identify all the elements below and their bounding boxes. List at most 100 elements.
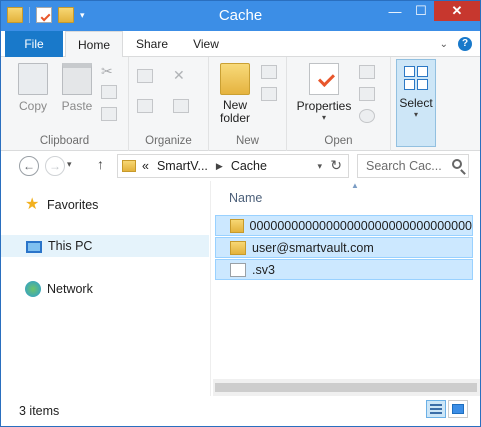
easy-access-icon[interactable] [261,87,277,101]
sort-ascending-icon: ▲ [351,181,359,190]
nav-item-label: This PC [48,239,93,253]
move-to-icon[interactable] [137,69,153,83]
file-row[interactable]: .sv3 [215,259,473,280]
select-button[interactable]: Select ▾ [396,59,436,147]
close-button[interactable]: ✕ [434,1,480,21]
breadcrumb-cache[interactable]: Cache [231,159,267,173]
nav-item-favorites[interactable]: ★ Favorites [25,197,98,213]
up-button[interactable]: ↑ [97,156,104,172]
search-input[interactable] [358,155,448,177]
address-bar[interactable]: « SmartV... ▶ Cache ▾ ↻ [117,154,349,178]
nav-item-this-pc[interactable]: This PC [1,235,209,257]
file-name: 00000000000000000000000000000000 [249,218,472,233]
paste-label: Paste [61,99,93,113]
paste-icon [62,63,92,95]
back-button[interactable]: ← [19,156,39,176]
group-label: Clipboard [39,135,90,147]
forward-button[interactable]: → [45,156,65,176]
properties-icon [309,63,339,95]
clipboard-group: Copy Paste ✂ Clipboard [1,57,129,151]
folder-icon [230,218,244,233]
rename-icon[interactable] [173,99,189,113]
nav-item-label: Network [47,282,93,296]
file-row[interactable]: user@smartvault.com [215,237,473,258]
file-row[interactable]: 00000000000000000000000000000000 [215,215,473,236]
horizontal-scrollbar[interactable] [213,379,480,396]
minimize-button[interactable]: — [382,1,408,21]
details-view-button[interactable] [426,400,446,418]
nav-item-this-pc-content: This PC [26,239,92,253]
network-icon [25,281,41,297]
details-view-icon [430,404,442,414]
breadcrumb-smartvault[interactable]: SmartV... [157,159,208,173]
tab-view[interactable]: View [183,31,229,57]
search-icon [452,159,462,169]
large-icons-view-icon [452,404,464,414]
help-icon[interactable]: ? [458,37,472,51]
scrollbar-thumb[interactable] [215,383,477,392]
file-name: .sv3 [252,262,275,277]
file-list: ▲ Name 00000000000000000000000000000000 … [213,181,480,396]
organize-group: ✕ Organize [129,57,209,151]
new-group: New folder New [209,57,287,151]
copy-button[interactable]: Copy [13,63,53,113]
cut-icon[interactable]: ✂ [101,63,113,80]
title-bar: ▾ Cache — ☐ ✕ [1,1,480,31]
address-row: ← → ▾ ↑ « SmartV... ▶ Cache ▾ ↻ [1,151,480,181]
view-switcher [426,400,468,418]
file-icon [230,262,246,277]
tab-home[interactable]: Home [65,31,123,58]
breadcrumb-overflow[interactable]: « [142,159,149,173]
computer-icon [26,241,42,253]
content-area: ★ Favorites This PC Network ▲ Name 00000… [1,181,480,396]
folder-icon [230,240,246,255]
properties-button[interactable]: Properties ▾ [295,63,353,122]
explorer-window: ▾ Cache — ☐ ✕ File Home Share View ⌄ ? C… [0,0,481,427]
column-header-name[interactable]: Name [229,191,262,205]
paste-button[interactable]: Paste [57,63,97,113]
new-folder-button[interactable]: New folder [215,63,255,125]
select-label: Select [399,96,433,110]
select-icon [404,66,428,90]
new-item-icon[interactable] [261,65,277,79]
history-icon[interactable] [359,109,375,123]
group-label: Open [324,135,353,147]
chevron-down-icon[interactable]: ⌄ [440,39,448,50]
window-controls: — ☐ ✕ [382,1,480,21]
chevron-down-icon: ▾ [413,110,418,119]
copy-icon [18,63,48,95]
file-name: user@smartvault.com [252,240,374,255]
navigation-pane: ★ Favorites This PC Network [1,181,211,396]
folder-icon [122,160,136,172]
breadcrumb-separator-icon[interactable]: ▶ [216,161,223,172]
copy-path-icon[interactable] [101,85,117,99]
group-label: Organize [145,135,192,147]
delete-icon[interactable]: ✕ [173,67,185,84]
group-label: New [235,135,259,147]
edit-icon[interactable] [359,87,375,101]
tab-share[interactable]: Share [129,31,175,57]
status-bar: 3 items [1,396,480,426]
star-icon: ★ [25,196,40,213]
properties-label: Properties [296,99,352,113]
paste-shortcut-icon[interactable] [101,107,117,121]
copy-to-icon[interactable] [137,99,153,113]
open-icon[interactable] [359,65,375,79]
refresh-icon[interactable]: ↻ [330,157,342,174]
chevron-down-icon: ▾ [321,113,326,122]
nav-item-network[interactable]: Network [25,281,93,297]
large-icons-view-button[interactable] [448,400,468,418]
new-folder-label: folder [219,111,251,125]
ribbon-controls: ⌄ ? [440,37,472,51]
open-group: Properties ▾ Open [287,57,391,151]
search-box[interactable] [357,154,469,178]
chevron-down-icon[interactable]: ▾ [317,161,322,172]
new-folder-icon [220,63,250,95]
item-count: 3 items [19,404,60,418]
copy-label: Copy [18,99,47,113]
tab-file[interactable]: File [5,31,63,57]
maximize-button[interactable]: ☐ [408,1,434,21]
ribbon-tabs: File Home Share View ⌄ ? [1,31,480,58]
ribbon: Copy Paste ✂ Clipboard ✕ Organize New fo… [1,57,480,151]
recent-locations-icon[interactable]: ▾ [67,159,72,170]
